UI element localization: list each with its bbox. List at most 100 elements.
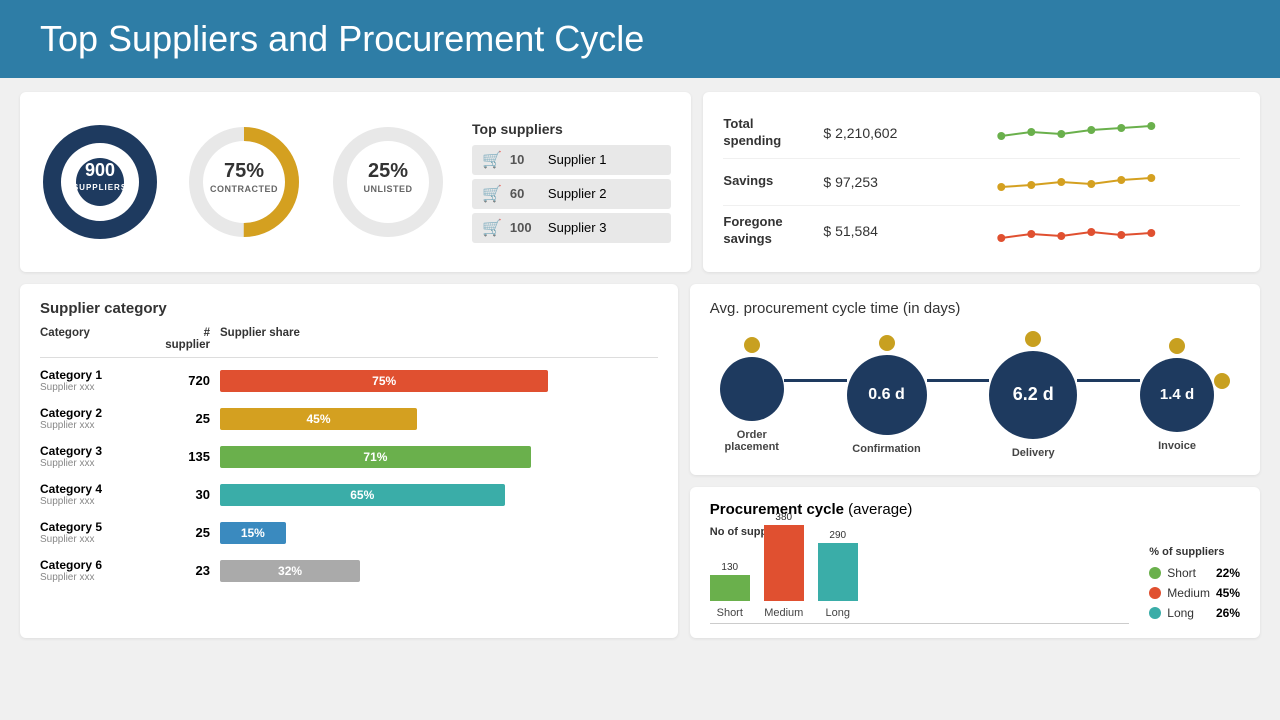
spending-value-total: $ 2,210,602	[823, 125, 913, 141]
sparkline-total	[923, 118, 1240, 148]
cycle-circle-order	[720, 357, 784, 421]
table-row: Category 1Supplier xxx 720 75%	[40, 362, 658, 400]
cycle-connector-3	[1077, 379, 1140, 382]
cycle-label-order: Orderplacement	[725, 429, 779, 453]
col-category: Category	[40, 327, 160, 351]
table-row: Category 3Supplier xxx 135 71%	[40, 438, 658, 476]
cycle-node-confirmation: 0.6 d Confirmation	[847, 335, 927, 455]
cycle-end-dot	[1214, 373, 1230, 389]
spending-value-savings: $ 97,253	[823, 174, 913, 190]
spending-row-total: Total spending $ 2,210,602	[723, 108, 1240, 159]
svg-text:900: 900	[85, 160, 115, 180]
bar-rect-short	[710, 575, 750, 601]
cycle-connector-1	[784, 379, 847, 382]
cycle-flow: Orderplacement 0.6 d Confirmation 6.2 d	[710, 331, 1240, 459]
cart-icon: 🛒	[482, 184, 502, 204]
col-num: # supplier	[160, 327, 210, 351]
bar-chart-area: No of suppliers 130 Short 380 Medium	[710, 526, 1130, 624]
legend-item-medium: Medium 45%	[1149, 586, 1240, 600]
supplier-list: Top suppliers 🛒 10 Supplier 1 🛒 60 Suppl…	[472, 121, 671, 243]
legend-pct-long: 26%	[1216, 606, 1240, 620]
procurement-avg-panel: Procurement cycle (average) No of suppli…	[690, 487, 1260, 638]
legend-pct-short: 22%	[1216, 566, 1240, 580]
legend-item-long: Long 26%	[1149, 606, 1240, 620]
category-panel: Supplier category Category # supplier Su…	[20, 284, 678, 638]
cart-icon: 🛒	[482, 218, 502, 238]
cycle-dot-top	[879, 335, 895, 351]
cycle-node-invoice: 1.4 d Invoice	[1140, 338, 1214, 452]
svg-text:SUPPLIERS: SUPPLIERS	[73, 183, 127, 192]
legend-dot-medium	[1149, 587, 1161, 599]
supplier-list-title: Top suppliers	[472, 121, 671, 137]
sparkline-foregone	[923, 216, 1240, 246]
table-row: Category 4Supplier xxx 30 65%	[40, 476, 658, 514]
legend-area: % of suppliers Short 22% Medium 45%	[1149, 526, 1240, 624]
legend-dot-short	[1149, 567, 1161, 579]
svg-text:25%: 25%	[368, 160, 408, 182]
cycle-title: Avg. procurement cycle time (in days)	[710, 300, 1240, 317]
bar-name-long: Long	[826, 607, 850, 619]
list-item: 🛒 60 Supplier 2	[472, 179, 671, 209]
cycle-circle-invoice: 1.4 d	[1140, 358, 1214, 432]
bar-value-long: 290	[829, 530, 846, 541]
spending-value-foregone: $ 51,584	[823, 223, 913, 239]
cycle-node-order: Orderplacement	[720, 337, 784, 453]
page-title: Top Suppliers and Procurement Cycle	[40, 18, 644, 59]
bar-name-medium: Medium	[764, 607, 803, 619]
col-share: Supplier share	[210, 327, 658, 351]
table-row: Category 2Supplier xxx 25 45%	[40, 400, 658, 438]
supplier-num-1: 10	[510, 152, 540, 167]
legend-title: % of suppliers	[1149, 546, 1240, 558]
cycle-dot-top	[1169, 338, 1185, 354]
legend-name-short: Short	[1167, 566, 1210, 580]
legend-name-long: Long	[1167, 606, 1210, 620]
contracted-donut: 75% CONTRACTED	[184, 122, 304, 242]
spending-label-foregone: Foregone savings	[723, 214, 813, 248]
supplier-num-2: 60	[510, 186, 540, 201]
spending-label-total: Total spending	[723, 116, 813, 150]
sparkline-savings	[923, 167, 1240, 197]
proc-content: No of suppliers 130 Short 380 Medium	[710, 526, 1240, 624]
table-row: Category 5Supplier xxx 25 15%	[40, 514, 658, 552]
page-header: Top Suppliers and Procurement Cycle	[0, 0, 1280, 78]
list-item: 🛒 10 Supplier 1	[472, 145, 671, 175]
bar-rect-medium	[764, 525, 804, 601]
svg-text:CONTRACTED: CONTRACTED	[210, 184, 278, 194]
legend-item-short: Short 22%	[1149, 566, 1240, 580]
spending-row-foregone: Foregone savings $ 51,584	[723, 206, 1240, 256]
cycle-label-delivery: Delivery	[1012, 447, 1055, 459]
cycle-panel: Avg. procurement cycle time (in days) Or…	[690, 284, 1260, 475]
supplier-num-3: 100	[510, 220, 540, 235]
supplier-name-1: Supplier 1	[548, 152, 607, 167]
cycle-label-confirmation: Confirmation	[852, 443, 920, 455]
bar-rect-long	[818, 543, 858, 601]
supplier-name-2: Supplier 2	[548, 186, 607, 201]
list-item: 🛒 100 Supplier 3	[472, 213, 671, 243]
spending-row-savings: Savings $ 97,253	[723, 159, 1240, 206]
bars-container: 130 Short 380 Medium 290	[710, 544, 1130, 624]
svg-text:UNLISTED: UNLISTED	[364, 184, 413, 194]
legend-dot-long	[1149, 607, 1161, 619]
main-content: 900 SUPPLIERS 75% CONTRACTED 25%	[0, 78, 1280, 652]
legend-name-medium: Medium	[1167, 586, 1210, 600]
bar-value-short: 130	[721, 562, 738, 573]
category-title: Supplier category	[40, 300, 658, 317]
bar-value-medium: 380	[775, 512, 792, 523]
cycle-connector-2	[927, 379, 990, 382]
spending-panel: Total spending $ 2,210,602 Savings	[703, 92, 1260, 272]
cat-table-header: Category # supplier Supplier share	[40, 327, 658, 358]
bar-group-short: 130 Short	[710, 562, 750, 619]
proc-title-sub: (average)	[848, 501, 912, 518]
cycle-circle-confirmation: 0.6 d	[847, 355, 927, 435]
unlisted-donut: 25% UNLISTED	[328, 122, 448, 242]
right-panels: Avg. procurement cycle time (in days) Or…	[690, 284, 1260, 638]
cycle-circle-delivery: 6.2 d	[989, 351, 1077, 439]
bar-name-short: Short	[717, 607, 743, 619]
table-row: Category 6Supplier xxx 23 32%	[40, 552, 658, 590]
cycle-node-delivery: 6.2 d Delivery	[989, 331, 1077, 459]
supplier-name-3: Supplier 3	[548, 220, 607, 235]
suppliers-donut: 900 SUPPLIERS	[40, 122, 160, 242]
cart-icon: 🛒	[482, 150, 502, 170]
cycle-label-invoice: Invoice	[1158, 440, 1196, 452]
top-row: 900 SUPPLIERS 75% CONTRACTED 25%	[20, 92, 1260, 272]
